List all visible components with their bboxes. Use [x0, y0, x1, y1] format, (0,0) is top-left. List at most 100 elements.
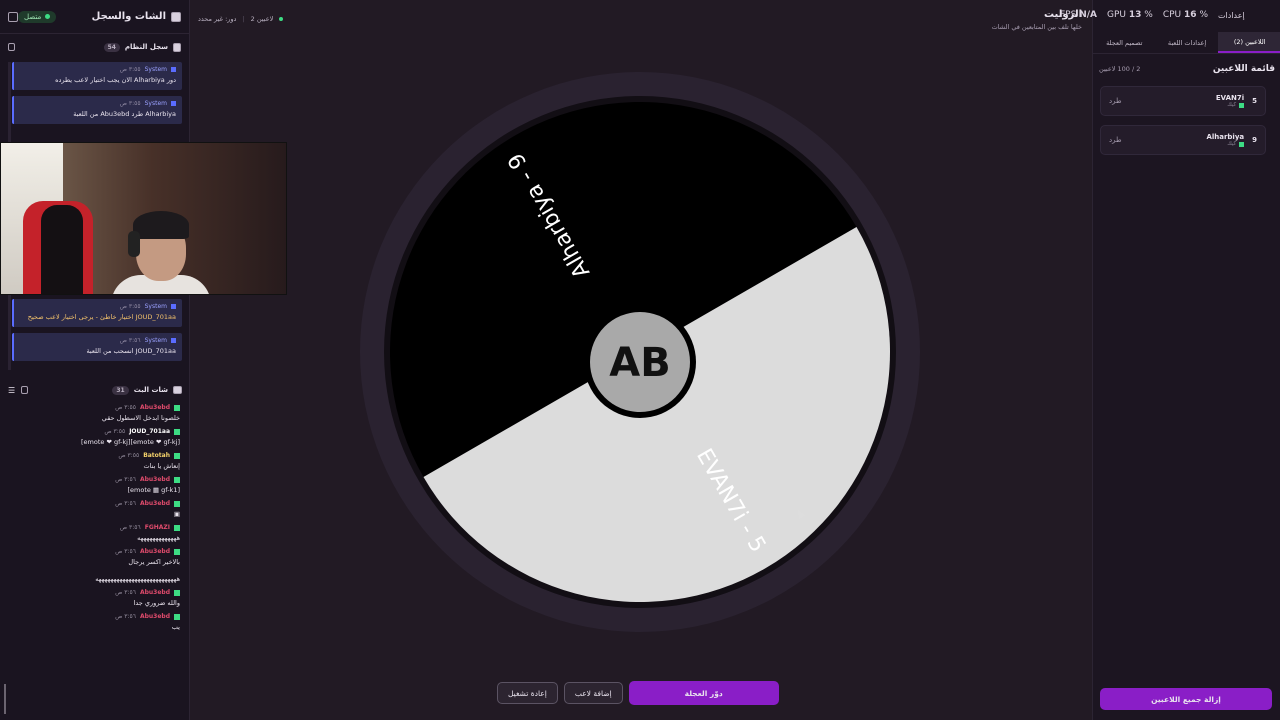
- chat-username: FGHAZI: [144, 524, 170, 531]
- chat-text: خلصونا ابدخل الاسطول حقي: [101, 414, 180, 422]
- log-time: ٣:٥٦ ص: [119, 337, 141, 344]
- log-time: ٣:٥٥ ص: [119, 66, 141, 73]
- player-number: 5: [1252, 97, 1257, 105]
- tab-game-settings[interactable]: إعدادات اللعبة: [1156, 32, 1219, 53]
- kick-icon: [174, 428, 180, 435]
- system-log-header: 54 سجل النظام: [0, 34, 189, 60]
- log-sender: System: [144, 337, 167, 344]
- chat-username: Abu3ebd: [139, 613, 170, 620]
- log-entry: System ٣:٥٥ ص JOUD_701aa اختيار خاطئ - ير…: [12, 299, 182, 327]
- chat-icon: [171, 11, 181, 22]
- chat-text: والله ضروري جدا: [133, 599, 180, 607]
- status-label: متصل: [24, 12, 42, 21]
- tab-players[interactable]: اللاعبين (2): [1218, 32, 1280, 53]
- log-text: Alharbiya طرد Abu3ebd من اللعبة: [73, 110, 176, 118]
- gpu-stat: GPU 13 %: [1107, 10, 1153, 20]
- players-list-title: قائمة اللاعبين: [1212, 64, 1275, 74]
- fps-label: FPS: [1060, 10, 1077, 20]
- live-chat-list[interactable]: Abu3ebd ٣:٥٥ ص خلصونا ابدخل الاسطول حقي JOU…: [4, 402, 184, 720]
- chat-message: Abu3ebd ٣:٥٦ ص يب: [4, 611, 184, 635]
- kick-icon: [174, 589, 180, 596]
- chat-username: Abu3ebd: [139, 589, 170, 596]
- scrollbar[interactable]: [4, 684, 6, 714]
- gpu-value: 13: [1128, 10, 1142, 20]
- collapse-panel-icon[interactable]: [8, 11, 18, 22]
- chat-text: [emote ▦ gf-k1]: [127, 486, 180, 494]
- log-sender: System: [144, 303, 167, 310]
- tab-wheel-design[interactable]: تصميم العجلة: [1093, 32, 1156, 53]
- chat-text: يب: [171, 623, 180, 631]
- fps-value: N/A: [1079, 10, 1097, 20]
- player-card: طرد Alharbiya كيك 9: [1100, 125, 1266, 155]
- kick-icon: [174, 524, 180, 531]
- system-icon: [171, 304, 176, 309]
- chat-message: Abu3ebd ٣:٥٥ ص خلصونا ابدخل الاسطول حقي: [4, 402, 184, 426]
- chat-username: JOUD_701aa: [129, 428, 170, 435]
- cpu-stat: CPU 16 %: [1163, 10, 1208, 20]
- chat-time: ٣:٥٦ ص: [115, 548, 136, 555]
- kick-button[interactable]: طرد: [1109, 97, 1122, 105]
- chat-username: Abu3ebd: [139, 476, 170, 483]
- chat-username: Abu3ebd: [139, 500, 170, 507]
- chat-text: [emote ❤ gf-kj][emote ❤ gf-kj]: [80, 438, 180, 446]
- chat-message: JOUD_701aa ٣:٥٥ ص [emote ❤ gf-kj][emote ❤ …: [4, 426, 184, 450]
- chat-message: FGHAZI ٣:٥٦ ص هههههههههههههه: [4, 522, 184, 546]
- log-entry: System ٣:٥٥ ص دور Alharbiya الان يجب اختي…: [12, 62, 182, 90]
- connection-status-badge: متصل: [18, 10, 57, 23]
- chat-text: ▣: [173, 510, 180, 518]
- trash-icon[interactable]: [21, 386, 29, 394]
- left-panel-title: الشات والسجل: [91, 11, 166, 22]
- chat-username: Batotah: [143, 452, 170, 459]
- chat-message: هههههههههههههههههههههههههههه: [4, 570, 184, 587]
- system-log-count: 54: [103, 42, 120, 52]
- kick-icon: [174, 404, 180, 411]
- cpu-unit: %: [1199, 10, 1208, 20]
- chat-bubble-icon: [173, 386, 182, 394]
- spin-wheel-button[interactable]: دوّر العجلة: [628, 681, 779, 705]
- log-time: ٣:٥٥ ص: [119, 303, 141, 310]
- system-icon: [171, 101, 176, 106]
- live-chat-count: 31: [112, 385, 129, 395]
- kick-icon: [1239, 141, 1245, 147]
- filter-icon[interactable]: ☰: [8, 386, 15, 395]
- fps-stat: FPS N/A: [1060, 10, 1097, 20]
- kick-icon: [174, 548, 180, 555]
- log-text: JOUD_701aa انسحب من اللعبة: [86, 347, 176, 355]
- chat-time: ٣:٥٦ ص: [115, 476, 136, 483]
- log-text: JOUD_701aa اختيار خاطئ - يرجى اختيار لاع…: [27, 313, 176, 321]
- kick-button[interactable]: طرد: [1109, 136, 1122, 144]
- player-name: EVAN7i: [1215, 94, 1245, 102]
- chat-time: ٣:٥٦ ص: [115, 500, 136, 507]
- kick-icon: [1239, 102, 1245, 108]
- chat-username: Abu3ebd: [139, 404, 170, 411]
- chat-time: ٣:٥٦ ص: [119, 524, 141, 531]
- settings-button[interactable]: إعدادات: [1218, 11, 1245, 20]
- system-icon: [171, 67, 176, 72]
- system-log-title: سجل النظام: [124, 43, 168, 51]
- chat-time: ٣:٥٥ ص: [118, 452, 140, 459]
- kick-icon: [174, 500, 180, 507]
- chat-time: ٣:٥٥ ص: [115, 404, 136, 411]
- log-entry: System ٣:٥٦ ص JOUD_701aa انسحب من اللعبة: [12, 333, 182, 361]
- chat-text: بالاخير اكسر يرجال: [128, 558, 180, 566]
- cpu-value: 16: [1184, 10, 1197, 20]
- system-icon: [171, 338, 176, 343]
- log-entry: System ٣:٥٥ ص Alharbiya طرد Abu3ebd من ال…: [12, 96, 182, 124]
- restart-button[interactable]: إعادة تشغيل: [497, 682, 558, 704]
- add-player-button[interactable]: إضافة لاعب: [563, 682, 623, 704]
- chat-message: Abu3ebd ٣:٥٦ ص ▣: [4, 498, 184, 522]
- gpu-label: GPU: [1107, 10, 1126, 20]
- performance-stats: FPS N/A GPU 13 % CPU 16 % إعدادات: [1060, 10, 1245, 20]
- player-name: Alharbiya: [1206, 133, 1245, 141]
- chat-time: ٣:٥٥ ص: [104, 428, 126, 435]
- players-list-count: 2 / 100 لاعبين: [1099, 65, 1141, 73]
- chat-message: Batotah ٣:٥٥ ص إنعاش يا بنات: [4, 450, 184, 474]
- remove-all-players-button[interactable]: إزالة جميع اللاعبين: [1100, 688, 1272, 710]
- gpu-unit: %: [1144, 10, 1153, 20]
- trash-icon[interactable]: [8, 43, 15, 51]
- chat-text: إنعاش يا بنات: [143, 462, 180, 470]
- game-controls: إعادة تشغيل إضافة لاعب دوّر العجلة: [497, 681, 779, 705]
- roulette-wheel[interactable]: Alharbiya - 9 EVAN7i - 5 AB: [360, 72, 920, 632]
- chat-message: Abu3ebd ٣:٥٦ ص والله ضروري جدا: [4, 587, 184, 611]
- chat-username: Abu3ebd: [139, 548, 170, 555]
